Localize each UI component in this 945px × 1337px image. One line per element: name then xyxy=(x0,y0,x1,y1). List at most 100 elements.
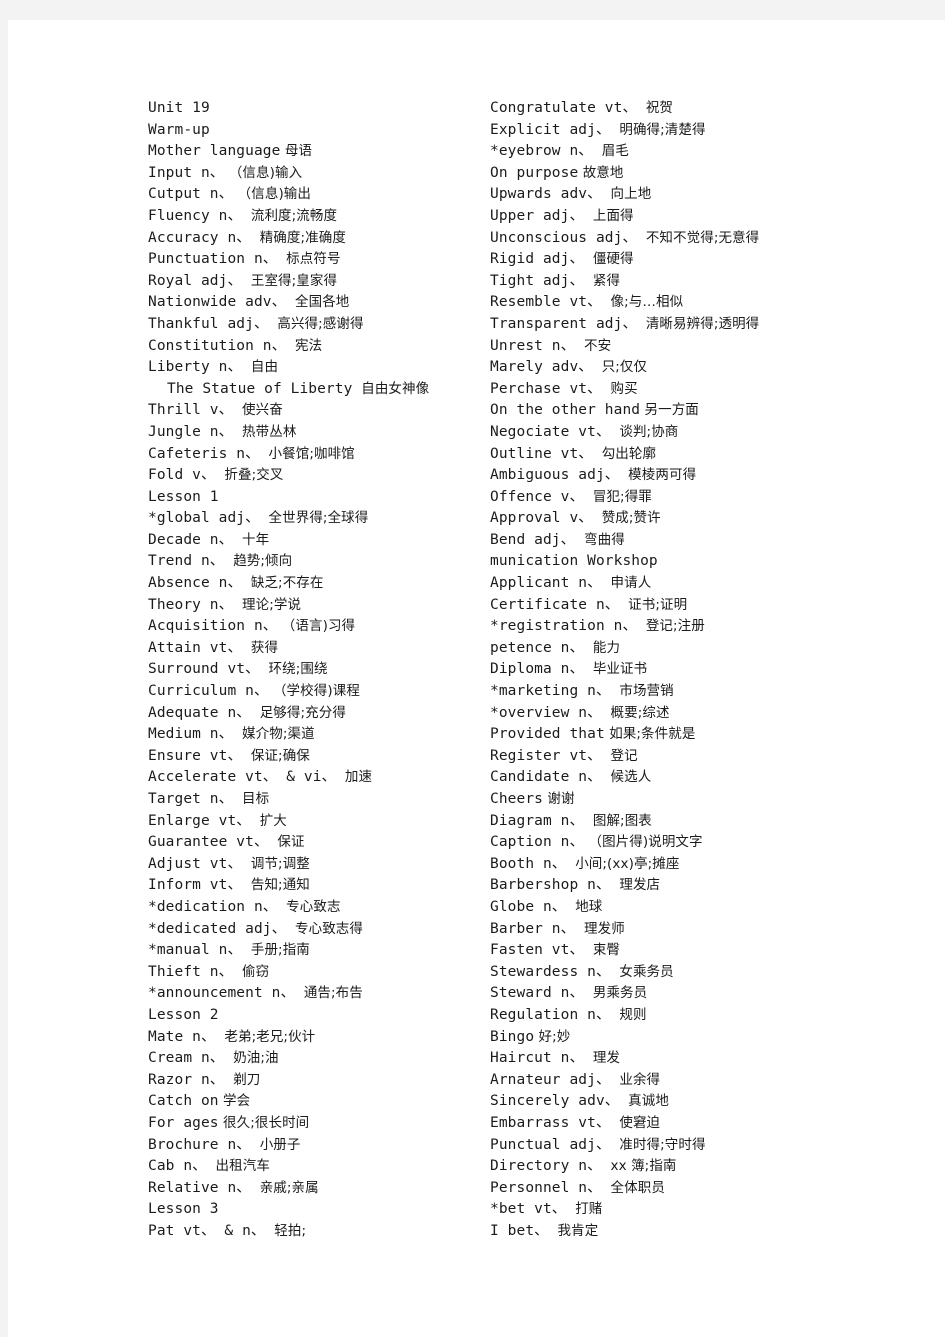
entry-gloss: 媒介物;渠道 xyxy=(233,726,315,743)
entry-gloss: （信息)输出 xyxy=(233,186,312,203)
entry-term: Lesson 2 xyxy=(148,1006,219,1023)
entry-gloss: 通告;布告 xyxy=(295,985,363,1002)
entry-gloss: 母语 xyxy=(280,143,313,160)
entry-term: Rigid adj、 xyxy=(490,251,585,268)
vocabulary-entry: Ambiguous adj、 模棱两可得 xyxy=(490,465,910,487)
vocabulary-entry: Lesson 2 xyxy=(148,1005,478,1027)
entry-term: Jungle n、 xyxy=(148,423,234,440)
entry-gloss: 理发师 xyxy=(575,920,625,937)
vocabulary-entry: Unrest n、 不安 xyxy=(490,336,910,358)
entry-gloss: 男乘务员 xyxy=(584,985,648,1002)
right-column: Congratulate vt、 祝贺 Explicit adj、 明确得;清楚得… xyxy=(490,98,910,1242)
vocabulary-entry: Congratulate vt、 祝贺 xyxy=(490,98,910,120)
vocabulary-entry: Stewardess n、 女乘务员 xyxy=(490,962,910,984)
entry-gloss: 理发 xyxy=(584,1050,621,1067)
entry-gloss: 热带丛林 xyxy=(233,423,297,440)
vocabulary-entry: *manual n、 手册;指南 xyxy=(148,940,478,962)
entry-term: Cutput n、 xyxy=(148,186,234,203)
entry-gloss: 我肯定 xyxy=(548,1222,599,1239)
vocabulary-entry: Relative n、 亲戚;亲属 xyxy=(148,1178,478,1200)
entry-term: Congratulate vt、 xyxy=(490,100,638,116)
entry-term: For ages xyxy=(148,1114,219,1131)
entry-gloss: 轻拍; xyxy=(265,1222,307,1239)
vocabulary-entry: *announcement n、 通告;布告 xyxy=(148,983,478,1005)
vocabulary-entry: Absence n、 缺乏;不存在 xyxy=(148,573,478,595)
entry-gloss: 使兴奋 xyxy=(233,402,283,419)
vocabulary-entry: Outline vt、 勾出轮廓 xyxy=(490,444,910,466)
vocabulary-entry: Cutput n、 （信息)输出 xyxy=(148,184,478,206)
entry-term: Applicant n、 xyxy=(490,575,602,592)
entry-term: Diagram n、 xyxy=(490,812,585,829)
entry-gloss: 好;妙 xyxy=(534,1028,571,1045)
entry-term: Diploma n、 xyxy=(490,661,585,678)
entry-term: *registration n、 xyxy=(490,618,638,635)
vocabulary-entry: Input n、 （信息)输入 xyxy=(148,163,478,185)
entry-term: *overview n、 xyxy=(490,704,602,721)
entry-gloss: 保证 xyxy=(268,834,305,851)
entry-term: Explicit adj、 xyxy=(490,121,611,138)
vocabulary-entry: Embarrass vt、 使窘迫 xyxy=(490,1113,910,1135)
vocabulary-entry: Approval v、 赞成;赞许 xyxy=(490,508,910,530)
entry-gloss: 偷窃 xyxy=(233,963,270,980)
vocabulary-entry: Royal adj、 王室得;皇家得 xyxy=(148,271,478,293)
entry-term: Haircut n、 xyxy=(490,1050,585,1067)
entry-gloss: 准时得;守时得 xyxy=(610,1136,706,1153)
entry-gloss: 地球 xyxy=(566,898,603,915)
entry-gloss: 毕业证书 xyxy=(584,661,648,678)
vocabulary-entry: Steward n、 男乘务员 xyxy=(490,983,910,1005)
entry-gloss: 清晰易辨得;透明得 xyxy=(637,315,760,332)
entry-gloss: 女乘务员 xyxy=(610,963,674,980)
entry-term: Approval v、 xyxy=(490,510,593,527)
entry-term: Barbershop n、 xyxy=(490,877,611,894)
entry-gloss: 只;仅仅 xyxy=(592,359,648,376)
entry-gloss: 全国各地 xyxy=(286,294,350,311)
left-column: Unit 19 Warm-up Mother language 母语 Input n、… xyxy=(148,98,478,1242)
entry-term: Stewardess n、 xyxy=(490,963,611,980)
vocabulary-entry: Caption n、 （图片得)说明文字 xyxy=(490,832,910,854)
vocabulary-entry: Punctual adj、 准时得;守时得 xyxy=(490,1135,910,1157)
entry-term: Candidate n、 xyxy=(490,769,602,786)
entry-term: Adjust vt、 xyxy=(148,855,243,872)
vocabulary-entry: Fold v、 折叠;交叉 xyxy=(148,465,478,487)
vocabulary-entry: Lesson 3 xyxy=(148,1199,478,1221)
vocabulary-entry: Bend adj、 弯曲得 xyxy=(490,530,910,552)
entry-term: Thankful adj、 xyxy=(148,315,269,332)
entry-term: Cheers xyxy=(490,791,543,807)
vocabulary-entry: Perchase vt、 购买 xyxy=(490,379,910,401)
entry-term: *announcement n、 xyxy=(148,985,296,1002)
entry-term: Directory n、 xyxy=(490,1158,602,1175)
entry-gloss: 不知不觉得;无意得 xyxy=(637,229,760,246)
entry-gloss: 登记 xyxy=(601,747,638,764)
vocabulary-entry: Attain vt、 获得 xyxy=(148,638,478,660)
vocabulary-entry: Ensure vt、 保证;确保 xyxy=(148,746,478,768)
entry-term: *dedication n、 xyxy=(148,898,278,915)
vocabulary-entry: *registration n、 登记;注册 xyxy=(490,616,910,638)
entry-gloss: 申请人 xyxy=(601,575,652,592)
entry-term: Fasten vt、 xyxy=(490,942,585,959)
entry-term: Constitution n、 xyxy=(148,337,287,354)
entry-gloss: 亲戚;亲属 xyxy=(250,1179,319,1196)
entry-term: Target n、 xyxy=(148,791,234,807)
entry-term: Attain vt、 xyxy=(148,639,243,656)
entry-gloss: 眉毛 xyxy=(592,143,629,160)
entry-term: Tight adj、 xyxy=(490,272,585,289)
entry-term: Bend adj、 xyxy=(490,531,576,548)
entry-gloss: 购买 xyxy=(601,380,638,397)
entry-term: Negociate vt、 xyxy=(490,423,611,440)
entry-term: Lesson 3 xyxy=(148,1201,219,1218)
entry-term: Upper adj、 xyxy=(490,207,585,224)
entry-term: Inform vt、 xyxy=(148,877,243,894)
entry-term: Guarantee vt、 xyxy=(148,834,269,851)
vocabulary-entry: Thieft n、 偷窃 xyxy=(148,962,478,984)
entry-term: Cab n、 xyxy=(148,1158,207,1175)
entry-gloss: 出租汽车 xyxy=(206,1158,270,1175)
entry-term: Fluency n、 xyxy=(148,207,243,224)
entry-gloss: 老弟;老兄;伙计 xyxy=(215,1028,316,1045)
entry-term: Mother language xyxy=(148,143,281,160)
vocabulary-entry: Accuracy n、 精确度;准确度 xyxy=(148,228,478,250)
vocabulary-entry: Enlarge vt、 扩大 xyxy=(148,811,478,833)
entry-term: Thrill v、 xyxy=(148,402,234,419)
entry-gloss: 流利度;流畅度 xyxy=(242,207,338,224)
entry-gloss: （学校得)课程 xyxy=(268,683,360,700)
entry-gloss: 紧得 xyxy=(584,272,621,289)
